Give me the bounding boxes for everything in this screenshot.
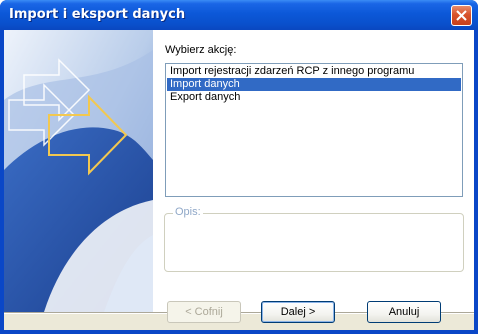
description-groupbox: Opis: (164, 206, 464, 272)
back-button[interactable]: < Cofnij (167, 301, 241, 323)
close-button[interactable] (451, 5, 472, 26)
next-button[interactable]: Dalej > (261, 301, 335, 323)
arrow-right-icon (4, 30, 153, 312)
dialog-client-area: Wybierz akcję: Import rejestracji zdarze… (4, 30, 474, 330)
cancel-button[interactable]: Anuluj (367, 301, 441, 323)
list-item-export-data[interactable]: Export danych (167, 91, 461, 104)
action-listbox[interactable]: Import rejestracji zdarzeń RCP z innego … (165, 63, 463, 197)
description-title: Opis: (173, 206, 203, 218)
action-list-label: Wybierz akcję: (165, 44, 237, 56)
wizard-window: Import i eksport danych Wybierz akcję: I… (0, 0, 478, 334)
wizard-banner-image (4, 30, 153, 312)
title-bar[interactable]: Import i eksport danych (0, 0, 478, 30)
list-item-import-data[interactable]: Import danych (167, 78, 461, 91)
list-item-import-rcp[interactable]: Import rejestracji zdarzeń RCP z innego … (167, 65, 461, 78)
close-icon (456, 10, 467, 21)
window-title: Import i eksport danych (9, 7, 186, 22)
